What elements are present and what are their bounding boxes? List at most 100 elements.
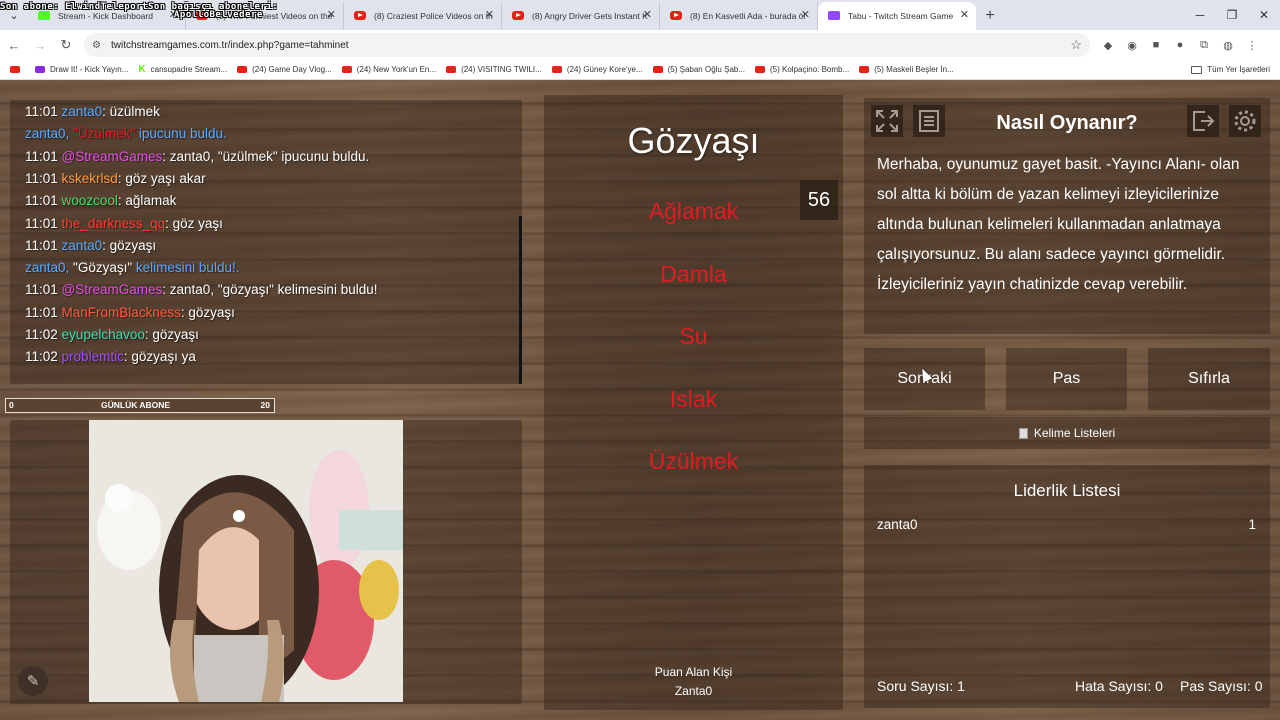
chat-scrollbar[interactable] bbox=[519, 216, 522, 384]
system-message-prefix: zanta0, bbox=[25, 260, 74, 276]
youtube-icon bbox=[354, 11, 366, 20]
settings-gear-icon[interactable] bbox=[1229, 105, 1261, 137]
chat-timestamp: 11:01 bbox=[25, 215, 58, 231]
leaderboard-entry-score: 1 bbox=[1248, 517, 1256, 532]
edit-pencil-icon[interactable]: ✎ bbox=[18, 666, 48, 696]
browser-tab[interactable]: (8) Craziest Police Videos on th ✕ bbox=[344, 2, 502, 30]
tab-close-icon[interactable]: ✕ bbox=[485, 8, 494, 21]
youtube-icon bbox=[446, 66, 457, 73]
extension-icon-4[interactable]: ● bbox=[1170, 35, 1190, 55]
chat-username[interactable]: eyupelchavoo bbox=[62, 327, 145, 342]
profile-avatar-icon[interactable]: ◍ bbox=[1218, 35, 1238, 55]
tab-close-icon[interactable]: ✕ bbox=[801, 8, 810, 21]
tab-title: Tabu - Twitch Stream Game bbox=[848, 11, 954, 21]
chat-text: : ağlamak bbox=[117, 193, 177, 209]
tab-close-icon[interactable]: ✕ bbox=[327, 8, 336, 21]
reset-button[interactable]: Sıfırla bbox=[1148, 348, 1270, 410]
bookmark-item[interactable]: (24) New York'un En... bbox=[341, 64, 436, 75]
bookmark-youtube[interactable] bbox=[10, 64, 25, 75]
bookmark-item[interactable]: Draw It! - Kick Yayın... bbox=[35, 64, 128, 75]
subscriber-max: 20 bbox=[260, 400, 270, 410]
youtube-icon[interactable] bbox=[10, 66, 20, 73]
bookmark-star-icon[interactable]: ☆ bbox=[1070, 37, 1082, 53]
chat-username[interactable]: woozcool bbox=[62, 193, 118, 208]
bookmark-item[interactable]: (24) VISITING TWILI... bbox=[446, 64, 542, 75]
browser-tab[interactable]: Tabu - Twitch Stream Game ✕ bbox=[818, 2, 976, 30]
system-message-prefix: zanta0, bbox=[25, 126, 74, 142]
bookmark-item[interactable]: (5) Maskeli Beşler İn... bbox=[859, 64, 954, 75]
chat-username[interactable]: zanta0 bbox=[62, 238, 103, 253]
site-info-icon[interactable]: ⚙ bbox=[92, 40, 101, 51]
bookmark-label: (5) Maskeli Beşler İn... bbox=[874, 65, 954, 74]
system-message-suffix: kelimesini buldu!. bbox=[132, 260, 240, 276]
chat-message: 11:01 @StreamGames: zanta0, "üzülmek" ip… bbox=[25, 149, 369, 164]
word-lists-label: Kelime Listeleri bbox=[1033, 426, 1116, 440]
chat-username[interactable]: ManFromBlackness bbox=[62, 305, 181, 320]
chat-username[interactable]: problemtic bbox=[62, 349, 124, 364]
browser-tab[interactable]: (8) Angry Driver Gets Instant K ✕ bbox=[502, 2, 660, 30]
new-tab-button[interactable]: + bbox=[976, 2, 1004, 30]
chat-message: 11:01 kskekrlsd: göz yaşı akar bbox=[25, 171, 206, 186]
chat-text: : göz yaşı akar bbox=[117, 170, 206, 186]
all-bookmarks-button[interactable]: Tüm Yer İşaretleri bbox=[1191, 65, 1270, 74]
webcam-feed bbox=[89, 420, 403, 702]
extension-icon-2[interactable]: ◉ bbox=[1122, 35, 1142, 55]
chat-text: : üzülmek bbox=[102, 104, 160, 119]
browser-tab[interactable]: (8) En Kasvetli Ada - burada öl ✕ bbox=[660, 2, 818, 30]
reload-icon[interactable]: ↻ bbox=[54, 33, 78, 57]
clipboard-icon bbox=[1018, 427, 1028, 439]
forward-icon[interactable]: → bbox=[28, 33, 52, 57]
system-message-suffix: ipucunu buldu. bbox=[135, 126, 227, 142]
chat-username[interactable]: @StreamGames bbox=[62, 282, 163, 297]
all-bookmarks-label: Tüm Yer İşaretleri bbox=[1207, 65, 1270, 74]
close-window-icon[interactable]: ✕ bbox=[1248, 0, 1280, 30]
chat-timestamp: 11:02 bbox=[25, 349, 58, 365]
bookmark-item[interactable]: Kcansupadre Stream... bbox=[138, 64, 227, 75]
tab-close-icon[interactable]: ✕ bbox=[960, 8, 969, 21]
word-lists-button[interactable]: Kelime Listeleri bbox=[864, 417, 1270, 449]
youtube-icon bbox=[755, 66, 766, 73]
chat-timestamp: 11:01 bbox=[25, 170, 58, 186]
bookmark-item[interactable]: (24) Game Day Vlog... bbox=[237, 64, 332, 75]
bookmark-label: (5) Şaban Oğlu Şab... bbox=[667, 65, 746, 74]
chat-text: : gözyaşı ya bbox=[123, 349, 196, 365]
how-to-play-text: Merhaba, oyunumuz gayet basit. -Yayıncı … bbox=[877, 156, 1240, 293]
extensions-puzzle-icon[interactable]: ⧉ bbox=[1194, 35, 1214, 55]
subscriber-min: 0 bbox=[9, 400, 14, 410]
forbidden-word: Islak bbox=[669, 385, 718, 412]
chat-username[interactable]: zanta0 bbox=[62, 104, 103, 119]
back-icon[interactable]: ← bbox=[2, 33, 26, 57]
chat-message: 11:01 woozcool: ağlamak bbox=[25, 193, 176, 208]
minimize-icon[interactable]: ─ bbox=[1184, 0, 1216, 30]
game-page: 11:01 zanta0: üzülmek zanta0, "Üzülmek" i… bbox=[0, 80, 1280, 720]
chat-username[interactable]: kskekrlsd bbox=[62, 171, 118, 186]
forbidden-word: Üzülmek bbox=[648, 448, 739, 474]
chat-timestamp: 11:01 bbox=[25, 237, 58, 253]
extension-icon-3[interactable]: ■ bbox=[1146, 35, 1166, 55]
url-text: twitchstreamgames.com.tr/index.php?game=… bbox=[110, 39, 349, 51]
chat-username[interactable]: the_darkness_qq bbox=[62, 216, 166, 231]
leaderboard-panel bbox=[864, 465, 1270, 708]
youtube-icon bbox=[512, 11, 524, 20]
twitch-icon bbox=[828, 11, 840, 20]
leaderboard-entry-name: zanta0 bbox=[877, 517, 918, 532]
main-word: Gözyaşı bbox=[627, 120, 760, 161]
restore-icon[interactable]: ❐ bbox=[1216, 0, 1248, 30]
url-input[interactable]: ⚙ twitchstreamgames.com.tr/index.php?gam… bbox=[84, 33, 1090, 57]
extension-icon-1[interactable]: ◆ bbox=[1098, 35, 1118, 55]
youtube-icon bbox=[341, 66, 352, 73]
kick-icon bbox=[38, 11, 50, 20]
chat-text: : göz yaşı bbox=[165, 215, 223, 231]
bookmark-item[interactable]: (24) Güney Kore'ye... bbox=[551, 64, 643, 75]
bookmark-item[interactable]: (5) Kolpaçino: Bomb... bbox=[755, 64, 849, 75]
tab-close-icon[interactable]: ✕ bbox=[643, 8, 652, 21]
logout-icon[interactable] bbox=[1187, 105, 1219, 137]
pass-button[interactable]: Pas bbox=[1006, 348, 1127, 410]
chat-timestamp: 11:01 bbox=[25, 148, 58, 164]
menu-kebab-icon[interactable]: ⋮ bbox=[1242, 35, 1262, 55]
chat-username[interactable]: @StreamGames bbox=[62, 149, 163, 164]
chat-timestamp: 11:01 bbox=[25, 104, 58, 119]
tab-title: (8) Craziest Police Videos on th bbox=[374, 11, 493, 21]
chat-message: 11:01 @StreamGames: zanta0, "gözyaşı" ke… bbox=[25, 282, 377, 297]
bookmark-item[interactable]: (5) Şaban Oğlu Şab... bbox=[652, 64, 746, 75]
